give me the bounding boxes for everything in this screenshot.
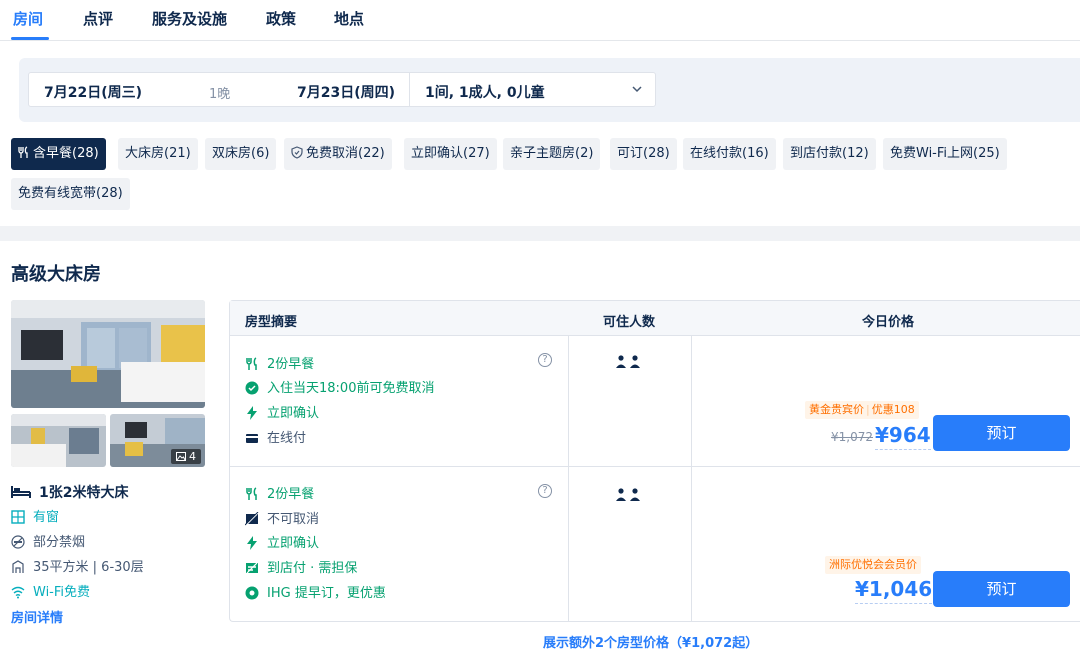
tab-reviews[interactable]: 点评 [83, 8, 113, 29]
ihg-icon [245, 586, 259, 600]
price: ¥1,046 [855, 577, 933, 604]
amenity-smoking: 部分禁烟 [11, 531, 85, 550]
room-title: 高级大床房 [11, 264, 101, 285]
feature-payment: 在线付 [245, 427, 306, 446]
help-icon[interactable]: ? [538, 484, 552, 498]
tab-location[interactable]: 地点 [334, 8, 364, 29]
nights-count: 1晚 [209, 87, 231, 102]
feature-instant-confirm: 立即确认 [245, 402, 319, 421]
column-header-price: 今日价格 [862, 315, 915, 330]
two-people-icon [616, 355, 640, 368]
tab-policies[interactable]: 政策 [266, 8, 296, 29]
active-tab-indicator [11, 37, 49, 40]
feature-free-cancel: 入住当天18:00前可免费取消 [245, 377, 434, 396]
price: ¥964 [875, 423, 931, 450]
feature-pay-at-hotel: 到店付 · 需担保 [245, 557, 357, 576]
filter-free-broadband[interactable]: 免费有线宽带(28) [11, 178, 130, 210]
divider [568, 336, 569, 622]
member-price-badge: 洲际优悦会会员价 [825, 556, 921, 574]
checkout-date[interactable]: 7月23日(周四) [297, 82, 395, 102]
room-thumbnail[interactable]: 4 [110, 414, 205, 467]
feature-ihg-promo: IHG 提早订，更优惠 [245, 582, 386, 601]
amenity-wifi: Wi-Fi免费 [11, 581, 90, 600]
filter-twin-bed[interactable]: 双床房(6) [205, 138, 277, 170]
section-divider [0, 226, 1080, 241]
amenity-window: 有窗 [11, 506, 59, 525]
member-price-badge: 黄金贵宾价 | 优惠108 [805, 401, 919, 419]
filter-bookable[interactable]: 可订(28) [610, 138, 677, 170]
occupancy [616, 488, 642, 504]
filter-instant-confirm[interactable]: 立即确认(27) [404, 138, 497, 170]
filter-free-cancel[interactable]: 免费取消(22) [284, 138, 392, 170]
filter-king-bed[interactable]: 大床房(21) [118, 138, 198, 170]
column-header-summary: 房型摘要 [245, 315, 298, 330]
divider [230, 466, 1080, 467]
room-main-photo[interactable] [11, 300, 205, 408]
filter-free-wifi[interactable]: 免费Wi-Fi上网(25) [883, 138, 1007, 170]
shield-icon [291, 146, 303, 159]
show-more-rates-link[interactable]: 展示额外2个房型价格（¥1,072起） [543, 632, 758, 651]
bed-info: 1张2米特大床 [11, 482, 128, 502]
pay-at-hotel-icon [246, 562, 258, 574]
help-icon[interactable]: ? [538, 353, 552, 367]
tab-rooms[interactable]: 房间 [13, 8, 43, 29]
table-header: 房型摘要 可住人数 今日价格 [230, 301, 1080, 336]
book-button[interactable]: 预订 [933, 571, 1070, 607]
no-smoking-icon [11, 535, 25, 549]
feature-breakfast: 2份早餐 [245, 353, 314, 372]
filter-breakfast[interactable]: 含早餐(28) [11, 138, 106, 170]
room-thumbnail[interactable] [11, 414, 106, 467]
fork-knife-icon [18, 146, 28, 158]
feature-instant-confirm: 立即确认 [245, 532, 319, 551]
checkin-date[interactable]: 7月22日(周三) [44, 82, 142, 102]
bolt-icon [247, 406, 257, 420]
image-icon [176, 452, 186, 461]
feature-breakfast: 2份早餐 [245, 483, 314, 502]
area-icon [12, 560, 24, 573]
wifi-icon [11, 586, 25, 599]
window-icon [11, 510, 25, 524]
bed-icon [11, 486, 31, 498]
book-button[interactable]: 预订 [933, 415, 1070, 451]
divider [691, 336, 692, 622]
tab-bar: 房间 点评 服务及设施 政策 地点 [0, 0, 1080, 41]
date-guest-selector: 7月22日(周三) 1晚 7月23日(周四) 1间, 1成人, 0儿童 [28, 72, 656, 107]
original-price: ¥1,072 [831, 430, 873, 444]
divider [409, 73, 410, 106]
tab-facilities[interactable]: 服务及设施 [152, 8, 227, 29]
chevron-down-icon[interactable] [631, 83, 643, 95]
rate-table: 房型摘要 可住人数 今日价格 2份早餐 入住当天18:00前可免费取消 立即确认… [229, 300, 1080, 622]
filter-pay-at-hotel[interactable]: 到店付款(12) [783, 138, 876, 170]
guests-selector[interactable]: 1间, 1成人, 0儿童 [425, 82, 545, 102]
card-icon [246, 434, 258, 443]
check-circle-icon [245, 381, 259, 395]
occupancy [616, 355, 642, 371]
room-details-link[interactable]: 房间详情 [11, 607, 63, 626]
bolt-icon [247, 536, 257, 550]
photo-count-badge: 4 [171, 449, 201, 464]
filter-family-theme[interactable]: 亲子主题房(2) [503, 138, 601, 170]
two-people-icon [616, 488, 640, 501]
filter-pay-online[interactable]: 在线付款(16) [683, 138, 776, 170]
no-cancel-icon [244, 511, 259, 526]
column-header-occupancy: 可住人数 [603, 315, 656, 330]
fork-knife-icon [246, 357, 257, 370]
fork-knife-icon [246, 487, 257, 500]
feature-no-cancel: 不可取消 [244, 508, 319, 527]
amenity-area: 35平方米 | 6-30层 [11, 556, 144, 575]
